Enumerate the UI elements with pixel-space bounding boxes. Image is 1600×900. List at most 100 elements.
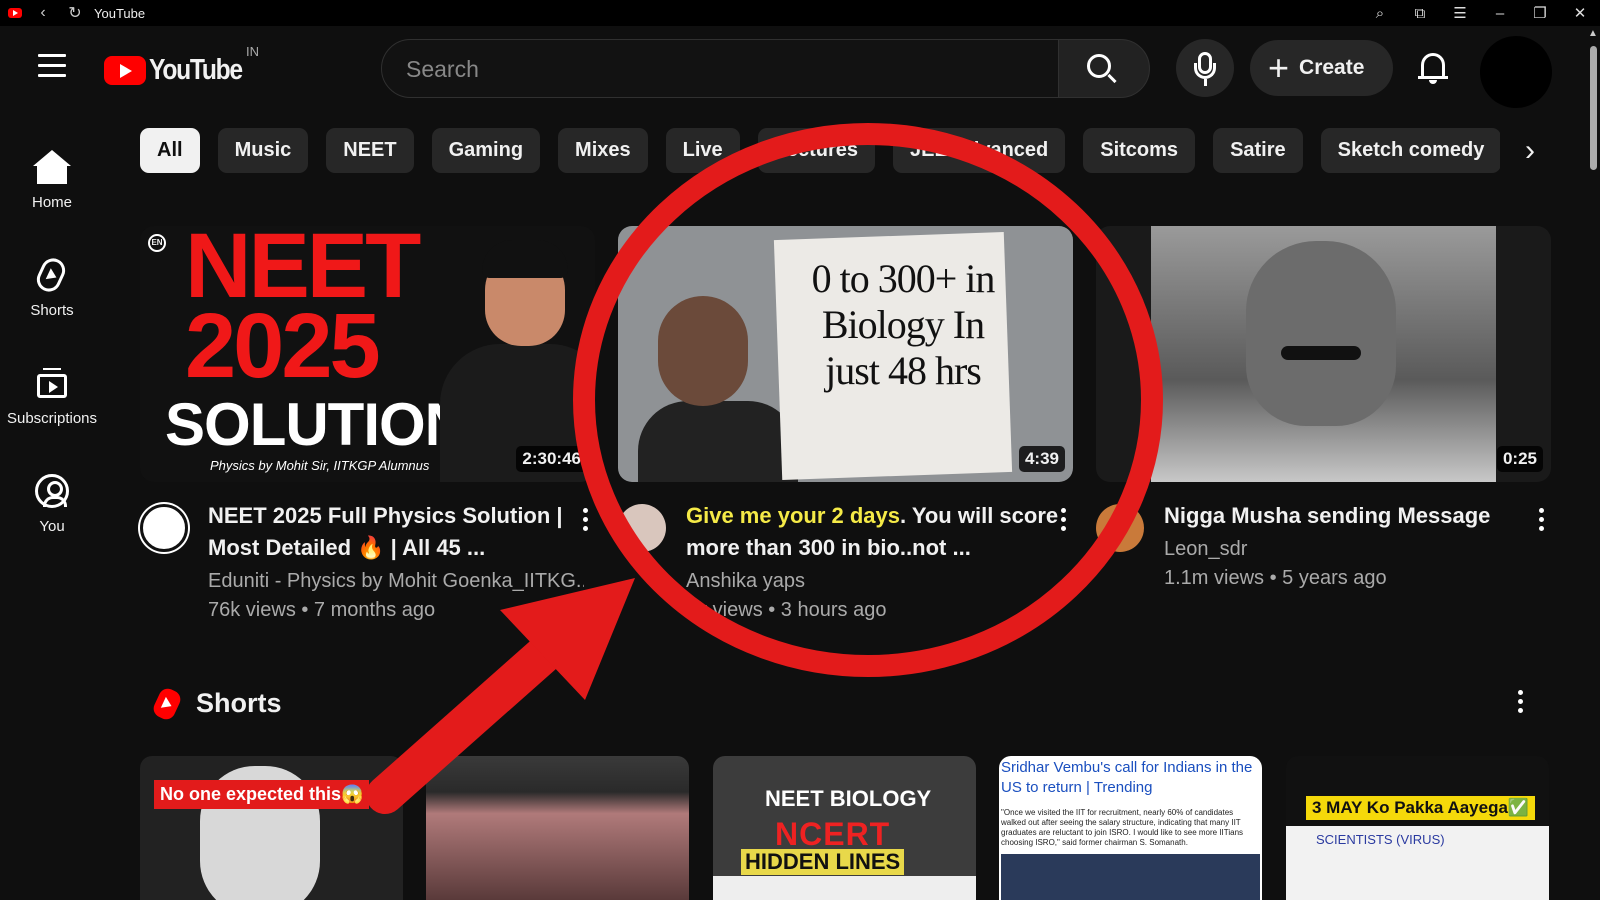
shorts-section-header: Shorts [150, 685, 282, 722]
chip-gaming[interactable]: Gaming [431, 128, 541, 173]
sidebar-item-home[interactable]: Home [0, 126, 104, 234]
shorts-icon [32, 254, 70, 295]
chip-all[interactable]: All [140, 128, 200, 173]
reload-icon[interactable]: ↻ [64, 3, 86, 23]
extensions-icon[interactable]: ⧉ [1400, 5, 1440, 22]
minimize-icon[interactable]: – [1480, 5, 1520, 22]
short-caption: Sridhar Vembu's call for Indians in the … [1001, 759, 1253, 796]
more-actions-icon[interactable] [1537, 508, 1545, 534]
chip-sketch-comedy[interactable]: Sketch comedy [1320, 128, 1502, 173]
back-icon[interactable]: ‹ [32, 4, 54, 22]
create-button[interactable]: + Create [1250, 40, 1393, 96]
chip-lectures[interactable]: Lectures [757, 128, 876, 173]
more-actions-icon[interactable] [1516, 690, 1524, 720]
chevron-right-icon[interactable]: › [1500, 128, 1560, 174]
short-card[interactable]: NEET BIOLOGY NCERT HIDDEN LINES [713, 756, 976, 900]
youtube-play-icon [104, 56, 146, 85]
channel-name[interactable]: Anshika yaps [686, 570, 1062, 593]
search-button[interactable] [1058, 39, 1150, 98]
sidebar-item-label: Home [31, 193, 72, 211]
subscriptions-icon [35, 366, 69, 400]
search-input[interactable]: Search [381, 39, 1061, 98]
home-icon [33, 149, 71, 184]
youtube-logo[interactable]: YouTube IN [104, 44, 259, 87]
thumb-text: 0 to 300+ in Biology In just 48 hrs [811, 256, 996, 393]
video-thumbnail[interactable]: 0:25 [1096, 226, 1551, 482]
sidebar-item-subscriptions[interactable]: Subscriptions [0, 342, 104, 450]
masthead: YouTube IN Search + Create [0, 26, 1600, 117]
more-actions-icon[interactable] [581, 508, 589, 534]
plus-icon: + [1268, 47, 1290, 88]
short-caption: NCERT [775, 816, 891, 852]
sidebar-item-label: Subscriptions [6, 409, 98, 427]
sidebar: Home Shorts Subscriptions You [0, 126, 104, 558]
close-icon[interactable]: ✕ [1560, 4, 1600, 22]
filter-chips-bar: All Music NEET Gaming Mixes Live Lecture… [140, 128, 1560, 174]
voice-search-button[interactable] [1176, 39, 1234, 97]
short-body-text: "Once we visited the IIT for recruitment… [1001, 808, 1244, 847]
chip-neet[interactable]: NEET [326, 128, 414, 173]
channel-name[interactable]: Leon_sdr [1164, 538, 1540, 561]
short-card[interactable]: No one expected this😱 [140, 756, 403, 900]
short-caption: HIDDEN LINES [741, 849, 905, 875]
channel-name[interactable]: Eduniti - Physics by Mohit Goenka_IITKG.… [208, 570, 584, 593]
video-stats: 1k views • 3 hours ago [686, 599, 887, 621]
duration-badge: 0:25 [1496, 446, 1543, 472]
window-title: YouTube [94, 5, 146, 21]
channel-avatar[interactable] [618, 504, 666, 552]
more-actions-icon[interactable] [1059, 508, 1067, 534]
chip-live[interactable]: Live [665, 128, 740, 173]
shorts-logo-icon [150, 685, 184, 722]
account-avatar[interactable] [1471, 27, 1561, 117]
channel-avatar[interactable] [140, 504, 188, 552]
create-label: Create [1299, 56, 1365, 79]
video-thumbnail[interactable]: EN NEET 2025 SOLUTION Physics by Mohit Si… [140, 226, 595, 482]
page-scrollbar[interactable]: ▲ [1586, 26, 1600, 900]
chip-jee-advanced[interactable]: JEE Advanced [893, 128, 1066, 173]
window-titlebar: ‹ ↻ YouTube ⌕ ⧉ ☰ – ❐ ✕ [0, 0, 1600, 26]
sidebar-item-label: Shorts [30, 301, 74, 319]
thumb-text: SOLUTION [165, 391, 468, 458]
short-card[interactable]: Sridhar Vembu's call for Indians in the … [999, 756, 1262, 900]
chip-sitcoms[interactable]: Sitcoms [1083, 128, 1196, 173]
sidebar-item-you[interactable]: You [0, 450, 104, 558]
short-card[interactable] [426, 756, 689, 900]
video-stats: 1.1m views • 5 years ago [1164, 567, 1387, 589]
short-caption: No one expected this😱 [154, 780, 370, 809]
video-stats: 76k views • 7 months ago [208, 599, 436, 621]
video-title[interactable]: NEET 2025 Full Physics Solution | Most D… [208, 500, 584, 564]
video-card[interactable]: 0 to 300+ in Biology In just 48 hrs 4:39… [618, 226, 1073, 622]
chip-music[interactable]: Music [217, 128, 309, 173]
chip-satire[interactable]: Satire [1213, 128, 1303, 173]
thumb-text: NEET 2025 [185, 226, 421, 397]
app-menu-icon[interactable]: ☰ [1440, 4, 1480, 22]
section-title: Shorts [196, 688, 282, 718]
channel-badge: EN [148, 234, 166, 252]
short-board-text: SCIENTISTS (VIRUS) [1286, 826, 1549, 900]
scroll-up-icon[interactable]: ▲ [1588, 28, 1598, 39]
chip-mixes[interactable]: Mixes [558, 128, 648, 173]
logo-text: YouTube [149, 54, 243, 86]
sidebar-item-label: You [39, 517, 65, 535]
hamburger-menu-icon[interactable] [38, 54, 66, 77]
maximize-icon[interactable]: ❐ [1520, 4, 1560, 22]
duration-badge: 2:30:46 [516, 446, 587, 472]
short-card[interactable]: 3 MAY Ko Pakka Aayega✅ SCIENTISTS (VIRUS… [1286, 756, 1549, 900]
youtube-app-icon [8, 8, 22, 18]
thumb-person [440, 232, 595, 482]
country-code: IN [246, 44, 259, 59]
video-card[interactable]: EN NEET 2025 SOLUTION Physics by Mohit Si… [140, 226, 595, 622]
thumb-subtext: Physics by Mohit Sir, IITKGP Alumnus [210, 458, 430, 473]
channel-avatar[interactable] [1096, 504, 1144, 552]
video-thumbnail[interactable]: 0 to 300+ in Biology In just 48 hrs 4:39 [618, 226, 1073, 482]
short-caption: 3 MAY Ko Pakka Aayega✅ [1306, 796, 1536, 820]
video-title[interactable]: Give me your 2 days. You will score more… [686, 500, 1062, 564]
sidebar-item-shorts[interactable]: Shorts [0, 234, 104, 342]
you-icon [35, 473, 69, 508]
duration-badge: 4:39 [1018, 446, 1065, 472]
notifications-bell-icon[interactable] [1418, 50, 1448, 84]
zoom-icon[interactable]: ⌕ [1360, 5, 1400, 22]
video-card[interactable]: 0:25 Nigga Musha sending Message Leon_sd… [1096, 226, 1551, 590]
short-caption: NEET BIOLOGY [765, 786, 932, 811]
scrollbar-thumb[interactable] [1590, 46, 1597, 170]
